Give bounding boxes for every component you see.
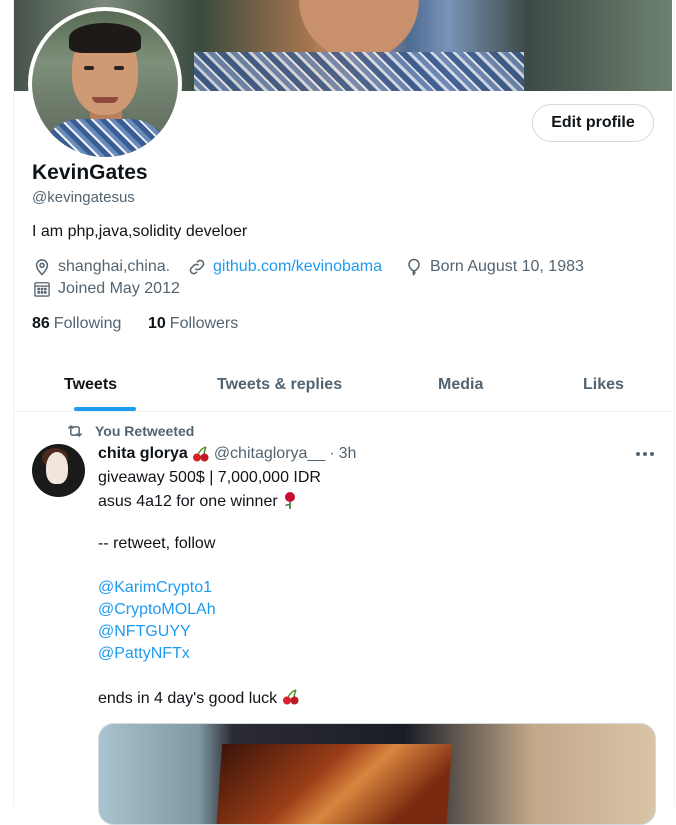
banner-photo-neck — [299, 0, 419, 60]
tab-media[interactable]: Media — [438, 359, 483, 411]
avatar-eye-left — [84, 66, 94, 70]
avatar-hair — [69, 23, 141, 53]
tab-tweets-and-replies[interactable]: Tweets & replies — [217, 359, 342, 411]
edit-profile-button[interactable]: Edit profile — [532, 104, 654, 142]
tweet-text-line-2: asus 4a12 for one winner — [98, 491, 298, 511]
tweet-text-line-4-text: ends in 4 day's good luck — [98, 690, 278, 707]
link-icon — [189, 259, 205, 275]
laptop-screen — [215, 744, 453, 824]
tab-likes[interactable]: Likes — [583, 359, 624, 411]
location-text: shanghai,china. — [58, 258, 171, 275]
profile-website: github.com/kevinobama — [187, 257, 382, 277]
tweet-header: chita glorya @chitaglorya__ · 3h — [98, 445, 356, 463]
followers-label: Followers — [169, 315, 239, 332]
tweet-text-line-1: giveaway 500$ | 7,000,000 IDR — [98, 469, 321, 486]
retweet-context: You Retweeted — [65, 421, 194, 441]
tweet-mention[interactable]: @KarimCrypto1 — [98, 579, 212, 597]
avatar-photo — [32, 11, 178, 157]
followers-count: 10 — [148, 315, 166, 332]
tweet-author-avatar[interactable] — [32, 444, 85, 497]
joined-text: Joined May 2012 — [58, 280, 180, 297]
avatar-eye-right — [114, 66, 124, 70]
tweet-author-name[interactable]: chita glorya — [98, 445, 188, 463]
cherry-icon — [192, 446, 209, 462]
profile-tabs: Tweets Tweets & replies Media Likes — [14, 359, 672, 412]
avatar-shirt — [40, 119, 170, 157]
rose-icon — [285, 492, 296, 509]
profile-handle: @kevingatesus — [32, 189, 135, 206]
profile-joined: Joined May 2012 — [32, 279, 180, 299]
profile-name: KevinGates — [32, 161, 148, 184]
tweet-time[interactable]: 3h — [339, 445, 357, 463]
active-tab-indicator — [74, 407, 136, 411]
following-count: 86 — [32, 315, 50, 332]
tweet-dot-separator: · — [329, 445, 335, 462]
tweet-media-image[interactable] — [98, 723, 656, 825]
followers-link[interactable]: 10 Followers — [148, 315, 238, 333]
following-label: Following — [53, 315, 122, 332]
tweet-text-line-3: -- retweet, follow — [98, 535, 216, 552]
tab-tweets[interactable]: Tweets — [64, 359, 117, 411]
more-icon[interactable] — [633, 444, 657, 464]
birthday-text: Born August 10, 1983 — [430, 258, 584, 275]
following-link[interactable]: 86 Following — [32, 315, 121, 333]
calendar-icon — [34, 282, 50, 297]
profile-avatar[interactable] — [28, 7, 182, 161]
avatar-mouth — [92, 97, 118, 103]
retweet-label: You Retweeted — [95, 423, 195, 439]
tweet-mention[interactable]: @NFTGUYY — [98, 623, 191, 641]
tweet-avatar-face — [46, 452, 68, 484]
tweet-mention[interactable]: @PattyNFTx — [98, 645, 190, 663]
retweet-icon — [67, 424, 83, 438]
tweet-mention[interactable]: @CryptoMOLAh — [98, 601, 216, 619]
profile-bio: I am php,java,solidity develoer — [32, 223, 248, 240]
tweet-author-handle[interactable]: @chitaglorya__ — [214, 445, 325, 463]
cherry-icon — [282, 689, 299, 705]
tweet-text-line-4: ends in 4 day's good luck — [98, 689, 300, 708]
location-icon — [35, 259, 49, 276]
profile-birthday: Born August 10, 1983 — [404, 257, 584, 277]
website-link[interactable]: github.com/kevinobama — [213, 258, 382, 276]
tweet-text-line-2-text: asus 4a12 for one winner — [98, 493, 278, 510]
balloon-icon — [408, 258, 420, 276]
profile-location: shanghai,china. — [32, 257, 170, 277]
banner-photo-shirt — [194, 52, 524, 91]
